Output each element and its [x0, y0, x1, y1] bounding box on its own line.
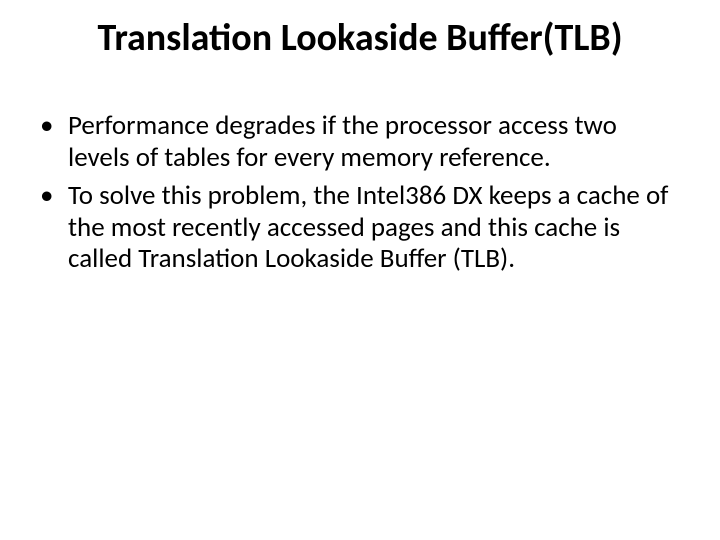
bullet-list: Performance degrades if the processor ac…	[34, 110, 680, 275]
list-item: To solve this problem, the Intel386 DX k…	[34, 180, 680, 276]
slide-body: Performance degrades if the processor ac…	[34, 110, 680, 281]
list-item: Performance degrades if the processor ac…	[34, 110, 680, 174]
slide-title: Translation Lookaside Buffer(TLB)	[0, 18, 720, 60]
slide: Translation Lookaside Buffer(TLB) Perfor…	[0, 0, 720, 540]
